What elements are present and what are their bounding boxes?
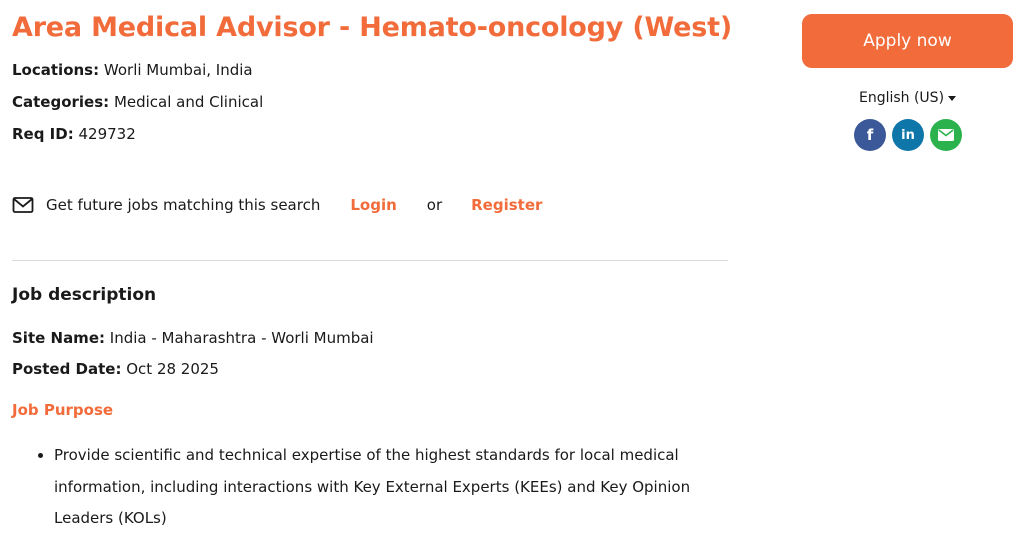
job-purpose-heading: Job Purpose <box>12 401 114 419</box>
email-share-icon[interactable] <box>930 119 962 151</box>
share-buttons: f in <box>854 119 962 151</box>
register-link[interactable]: Register <box>471 196 542 214</box>
posted-date-label: Posted Date: <box>12 360 122 378</box>
categories-line: Categories: Medical and Clinical <box>12 93 263 111</box>
language-selector[interactable]: English (US) <box>802 90 1013 106</box>
facebook-icon[interactable]: f <box>854 119 886 151</box>
site-name-value: India - Maharashtra - Worli Mumbai <box>109 329 374 347</box>
job-description-heading: Job description <box>12 285 157 305</box>
caret-down-icon <box>948 95 957 101</box>
apply-sidebar: Apply now English (US) f in <box>802 14 1013 151</box>
job-title: Area Medical Advisor - Hemato-oncology (… <box>12 12 732 43</box>
req-id-line: Req ID: 429732 <box>12 125 136 143</box>
facebook-glyph: f <box>866 126 874 144</box>
envelope-icon <box>12 197 34 213</box>
req-id-value: 429732 <box>78 125 136 143</box>
categories-value: Medical and Clinical <box>113 93 264 111</box>
posted-date-value: Oct 28 2025 <box>126 360 219 378</box>
posted-date-line: Posted Date: Oct 28 2025 <box>12 360 219 378</box>
language-label: English (US) <box>858 90 945 106</box>
locations-value: Worli Mumbai, India <box>103 61 253 79</box>
site-name-label: Site Name: <box>12 329 105 347</box>
or-text: or <box>426 196 443 214</box>
categories-label: Categories: <box>12 93 110 111</box>
req-id-label: Req ID: <box>12 125 74 143</box>
site-name-line: Site Name: India - Maharashtra - Worli M… <box>12 329 374 347</box>
linkedin-icon[interactable]: in <box>892 119 924 151</box>
envelope-icon <box>938 129 954 141</box>
locations-line: Locations: Worli Mumbai, India <box>12 61 253 79</box>
job-purpose-list: Provide scientific and technical experti… <box>36 440 734 533</box>
login-link[interactable]: Login <box>350 196 396 214</box>
section-divider <box>12 260 728 261</box>
job-alert-row: Get future jobs matching this search Log… <box>12 192 542 218</box>
list-item: Provide scientific and technical experti… <box>54 440 734 533</box>
linkedin-glyph: in <box>901 127 915 143</box>
locations-label: Locations: <box>12 61 100 79</box>
job-alert-text: Get future jobs matching this search <box>46 196 321 214</box>
job-posting-page: Area Medical Advisor - Hemato-oncology (… <box>0 0 1024 533</box>
apply-now-button[interactable]: Apply now <box>802 14 1013 68</box>
